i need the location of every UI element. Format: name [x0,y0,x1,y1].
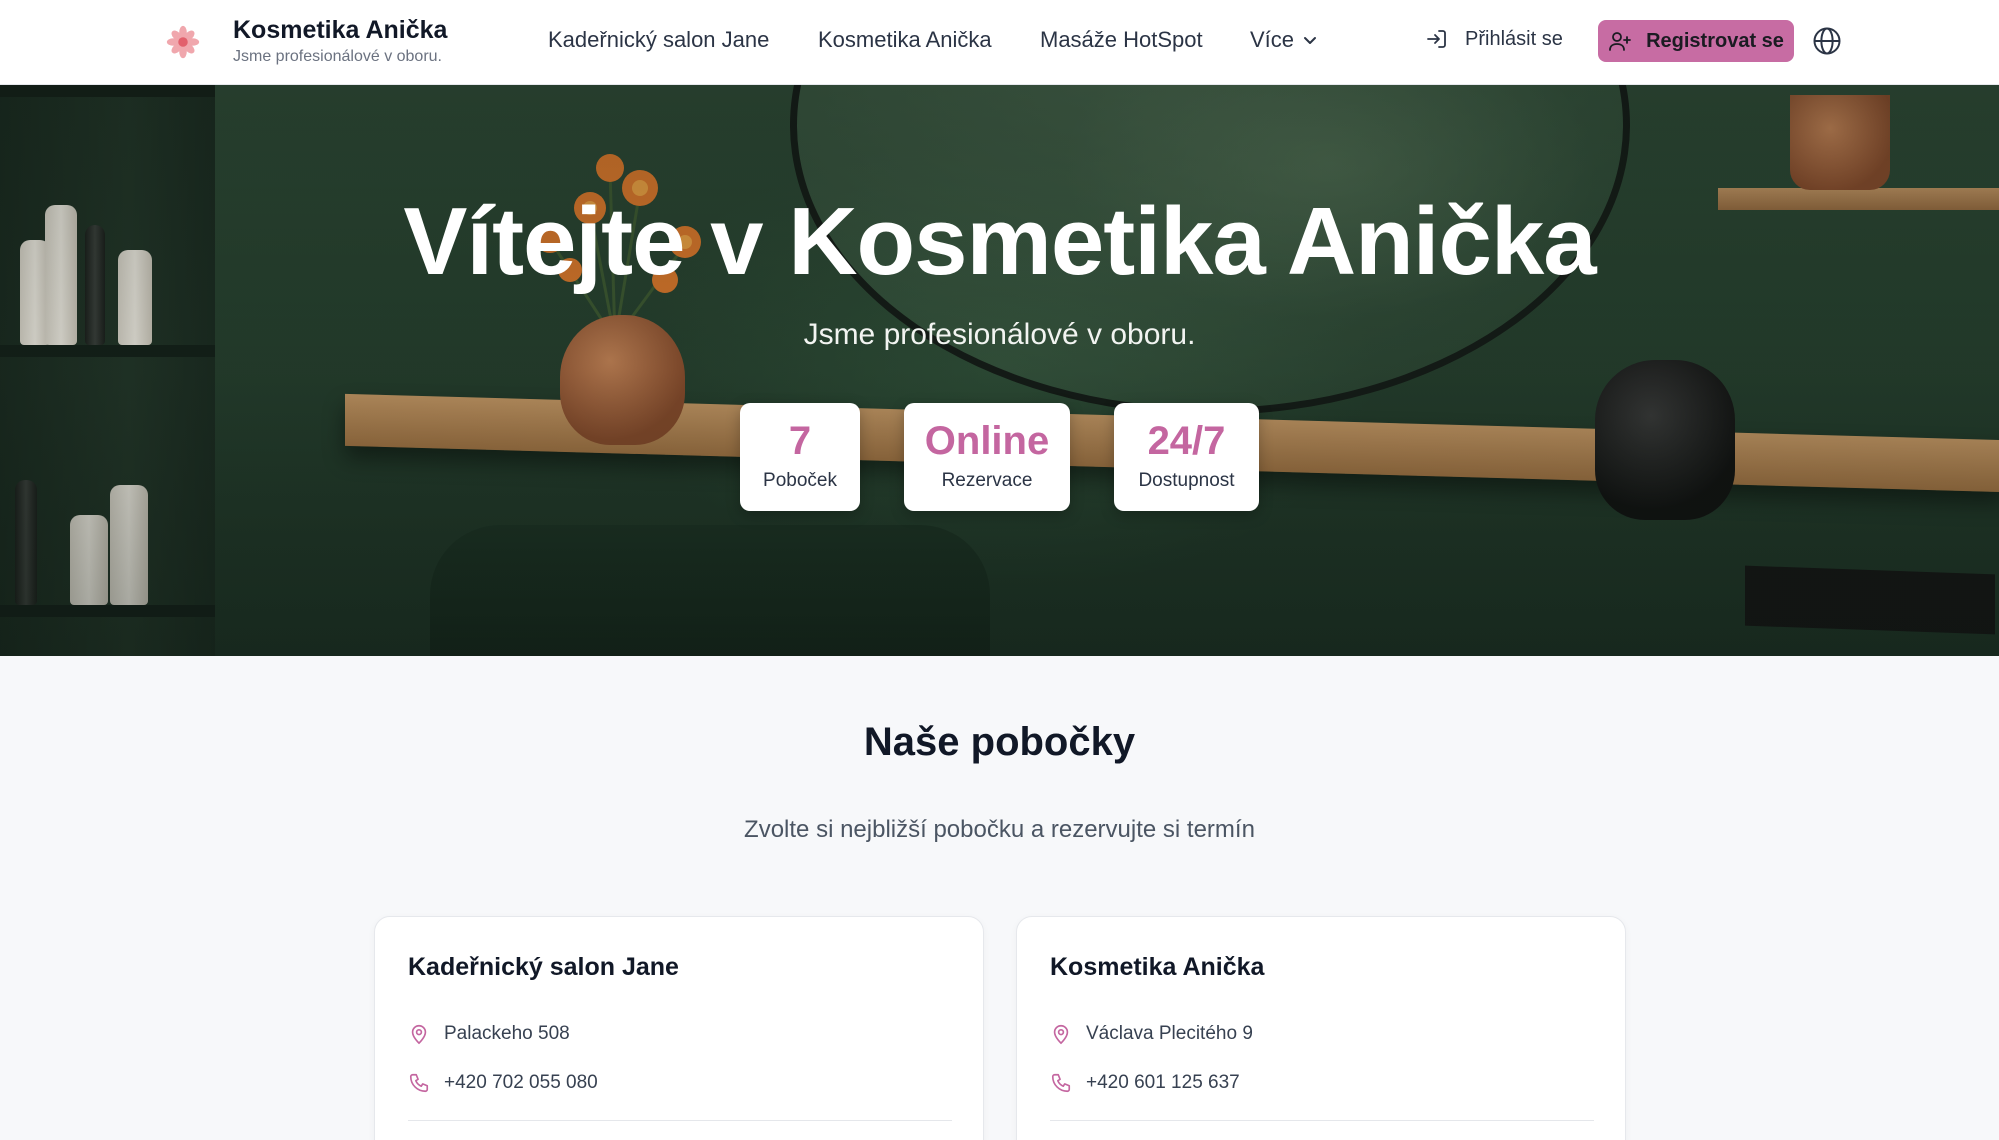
branch-card[interactable]: Kosmetika Anička Václava Plecitého 9 +42… [1016,916,1626,1140]
stat-value: 7 [788,419,812,463]
branches-section-subtitle: Zvolte si nejbližší pobočku a rezervujte… [744,816,1255,843]
phone-icon [1051,1073,1071,1093]
stat-value: Online [924,419,1050,463]
nav-link-kadernicky-salon-jane[interactable]: Kadeřnický salon Jane [548,27,769,53]
branches-section-title: Naše pobočky [863,720,1136,764]
chevron-down-icon [1304,37,1317,44]
stat-card-branches: 7 Poboček [740,403,860,511]
nav-link-masaze-hotspot[interactable]: Masáže HotSpot [1040,27,1203,53]
nav-more-label: Více [1250,27,1295,52]
brand-title[interactable]: Kosmetika Anička [233,16,447,45]
register-label: Registrovat se [1646,29,1784,52]
phone-icon [409,1073,429,1093]
stat-label: Rezervace [941,470,1033,491]
branch-card[interactable]: Kadeřnický salon Jane Palackeho 508 +420… [374,916,984,1140]
top-navigation-bar: Kosmetika Anička Jsme profesionálové v o… [0,0,1999,85]
branch-address-text: Palackeho 508 [444,1023,570,1044]
branch-phone-text[interactable]: +420 601 125 637 [1086,1072,1240,1094]
hero-title: Vítejte v Kosmetika Anička [403,188,1596,295]
branch-phone-text[interactable]: +420 702 055 080 [444,1072,598,1094]
stat-label: Poboček [763,470,837,491]
card-divider [408,1120,952,1121]
branch-name: Kosmetika Anička [1050,953,1265,981]
map-pin-icon [411,1024,427,1045]
hero-banner: Vítejte v Kosmetika Anička Jsme profesio… [0,85,1999,656]
branch-address: Palackeho 508 [408,1023,570,1045]
stat-card-online-booking: Online Rezervace [904,403,1070,511]
flower-logo-icon[interactable] [164,23,202,61]
login-icon [1427,30,1446,48]
stat-card-availability: 24/7 Dostupnost [1114,403,1259,511]
nav-link-kosmetika-anicka[interactable]: Kosmetika Anička [818,27,992,53]
login-label: Přihlásit se [1465,27,1563,50]
branch-phone: +420 601 125 637 [1050,1072,1240,1094]
branch-address-text: Václava Plecitého 9 [1086,1023,1253,1044]
branch-address: Václava Plecitého 9 [1050,1023,1253,1045]
card-divider [1050,1120,1594,1121]
map-pin-icon [1053,1024,1069,1045]
stat-label: Dostupnost [1138,470,1235,491]
globe-language-icon[interactable] [1812,26,1842,56]
hero-subtitle: Jsme profesionálové v oboru. [803,318,1196,351]
user-plus-icon [1609,32,1631,51]
branch-name: Kadeřnický salon Jane [408,953,679,981]
nav-more-dropdown[interactable]: Více [1250,27,1318,53]
branch-phone: +420 702 055 080 [408,1072,598,1094]
login-button[interactable]: Přihlásit se [1425,27,1563,51]
stat-value: 24/7 [1147,419,1226,463]
brand-subtitle: Jsme profesionálové v oboru. [233,48,442,65]
register-button[interactable]: Registrovat se [1598,20,1794,62]
